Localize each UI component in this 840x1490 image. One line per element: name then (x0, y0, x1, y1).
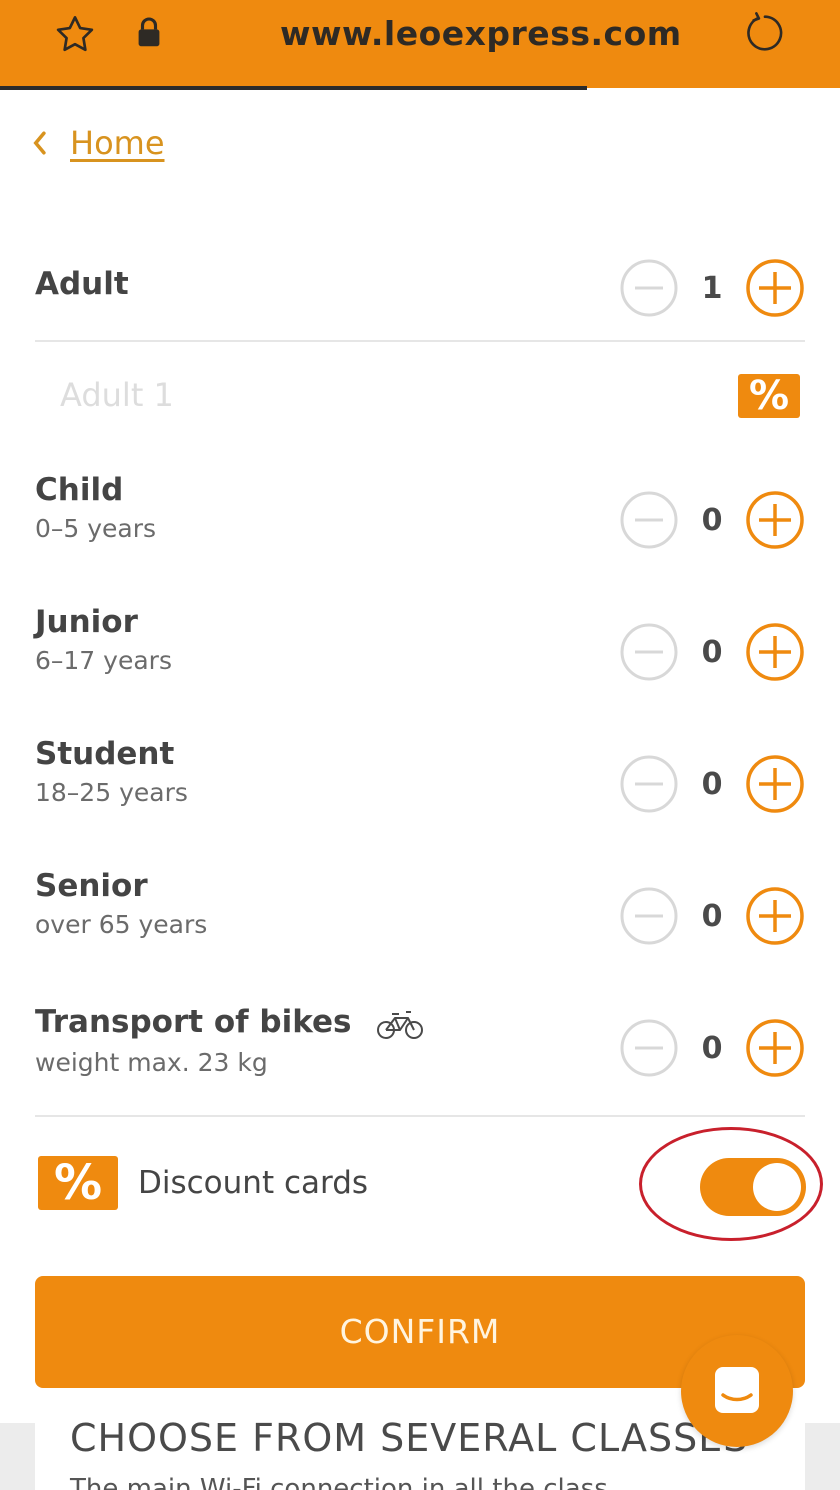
quantity-stepper: 0 (619, 886, 805, 946)
star-icon[interactable] (52, 12, 98, 58)
passenger-count: 0 (701, 766, 723, 802)
plus-icon[interactable] (745, 886, 805, 946)
divider (35, 1115, 805, 1117)
minus-icon[interactable] (619, 490, 679, 550)
page-load-progress (0, 86, 587, 90)
adult-1-name-field[interactable]: Adult 1 (60, 376, 174, 414)
discount-cards-label: Discount cards (138, 1165, 369, 1201)
quantity-stepper: 0 (619, 1018, 805, 1078)
chevron-left-icon (33, 131, 46, 155)
passenger-count: 0 (701, 1030, 723, 1066)
plus-icon[interactable] (745, 258, 805, 318)
passenger-type-label: Transport of bikes (35, 1004, 352, 1040)
plus-icon[interactable] (745, 1018, 805, 1078)
passenger-count: 0 (701, 502, 723, 538)
chat-icon (715, 1367, 759, 1413)
minus-icon[interactable] (619, 886, 679, 946)
passenger-row-bikes: Transport of bikes weight max. 23 kg 0 (35, 1004, 805, 1077)
discount-cards-row: % Discount cards (38, 1156, 368, 1210)
minus-icon[interactable] (619, 258, 679, 318)
plus-icon[interactable] (745, 622, 805, 682)
percent-icon[interactable]: % (738, 374, 800, 418)
chat-launcher-button[interactable] (681, 1335, 793, 1447)
minus-icon[interactable] (619, 1018, 679, 1078)
browser-address-bar: www.leoexpress.com (0, 0, 840, 90)
annotation-circle (639, 1127, 823, 1241)
bike-icon (377, 1010, 424, 1039)
passenger-row-adult: Adult 1 (35, 259, 805, 317)
plus-icon[interactable] (745, 490, 805, 550)
passenger-row-child: Child 0–5 years 0 (35, 472, 805, 549)
passenger-row-senior: Senior over 65 years 0 (35, 868, 805, 945)
quantity-stepper: 0 (619, 754, 805, 814)
home-link[interactable]: Home (70, 124, 165, 162)
lock-icon (138, 17, 160, 47)
passenger-count: 0 (701, 634, 723, 670)
quantity-stepper: 0 (619, 490, 805, 550)
passenger-row-student: Student 18–25 years 0 (35, 736, 805, 813)
passenger-count: 1 (701, 270, 723, 306)
section-text: The main Wi-Fi connection in all the cla… (70, 1474, 608, 1490)
url-text[interactable]: www.leoexpress.com (280, 14, 682, 53)
percent-icon: % (38, 1156, 118, 1210)
passenger-count: 0 (701, 898, 723, 934)
plus-icon[interactable] (745, 754, 805, 814)
minus-icon[interactable] (619, 622, 679, 682)
quantity-stepper: 0 (619, 622, 805, 682)
passenger-row-junior: Junior 6–17 years 0 (35, 604, 805, 681)
divider (35, 340, 805, 342)
quantity-stepper: 1 (619, 258, 805, 318)
minus-icon[interactable] (619, 754, 679, 814)
back-link[interactable]: Home (30, 124, 165, 162)
reload-icon[interactable] (742, 10, 788, 56)
section-heading: CHOOSE FROM SEVERAL CLASSES (70, 1416, 749, 1460)
